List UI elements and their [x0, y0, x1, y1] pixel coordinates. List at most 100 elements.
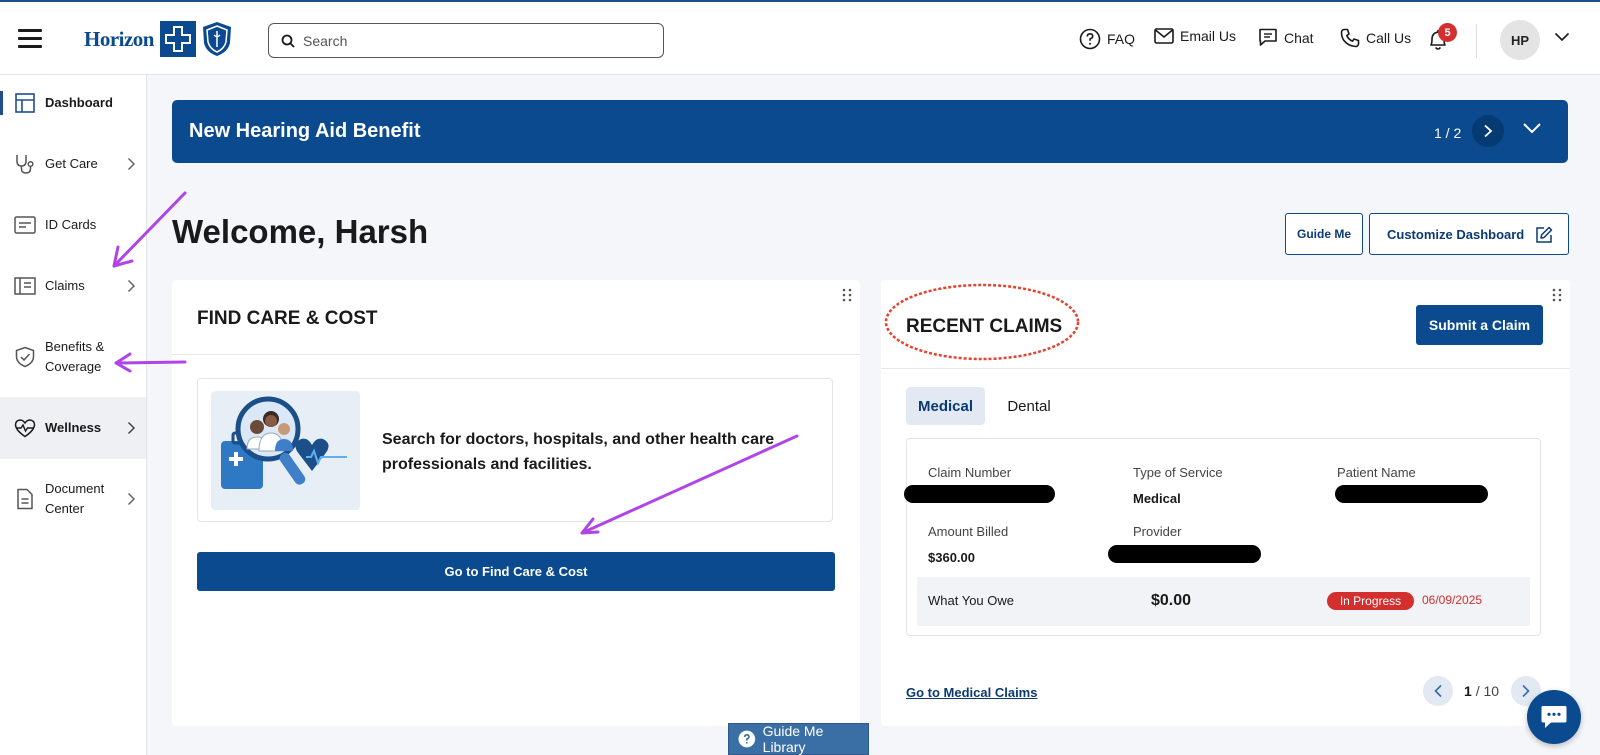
id-card-icon — [14, 216, 36, 234]
chat-icon — [1259, 28, 1277, 46]
document-icon — [17, 488, 33, 510]
customize-dashboard-button[interactable]: Customize Dashboard — [1369, 213, 1569, 255]
redacted-claim-number — [904, 485, 1055, 503]
sidebar-item-wellness[interactable]: Wellness — [0, 397, 146, 459]
status-badge: In Progress — [1327, 592, 1414, 610]
divider — [1476, 24, 1477, 58]
drag-handle-icon[interactable] — [1552, 288, 1562, 302]
sidebar-item-claims[interactable]: Claims — [0, 274, 146, 298]
what-you-owe-row: What You Owe $0.00 In Progress 06/09/202… — [917, 577, 1530, 626]
patient-name-label: Patient Name — [1337, 465, 1416, 480]
amount-billed-label: Amount Billed — [928, 524, 1009, 539]
claims-icon — [14, 277, 36, 295]
announcement-banner[interactable]: New Hearing Aid Benefit 1 / 2 — [172, 100, 1568, 163]
amount-billed-value: $360.00 — [928, 550, 975, 565]
call-us-link[interactable]: Call Us — [1340, 28, 1411, 48]
claim-date: 06/09/2025 — [1422, 593, 1483, 607]
avatar[interactable]: HP — [1500, 20, 1540, 60]
chevron-right-icon — [1484, 124, 1493, 138]
faq-label: FAQ — [1107, 31, 1136, 47]
chevron-down-icon[interactable] — [1554, 32, 1570, 42]
chevron-left-icon — [1434, 684, 1442, 698]
guide-me-button[interactable]: Guide Me — [1285, 213, 1363, 255]
search-input[interactable] — [303, 32, 643, 49]
chat-link[interactable]: Chat — [1258, 28, 1314, 47]
go-to-find-care-button[interactable]: Go to Find Care & Cost — [197, 552, 835, 591]
what-you-owe-value: $0.00 — [1151, 592, 1192, 609]
sidebar-item-label-line2: Coverage — [45, 359, 102, 374]
sidebar: Dashboard Get Care ID Cards Claims Benef… — [0, 75, 147, 755]
phone-icon — [1340, 28, 1360, 48]
recent-claims-card: RECENT CLAIMS Submit a Claim Medical Den… — [881, 280, 1570, 726]
drag-handle-icon[interactable] — [842, 288, 852, 302]
banner-counter: 1 / 2 — [1434, 125, 1462, 141]
welcome-heading: Welcome, Harsh — [172, 213, 429, 250]
redacted-provider — [1108, 545, 1261, 563]
claim-number-label: Claim Number — [928, 465, 1012, 480]
search-icon — [281, 34, 295, 48]
find-care-info-box: Search for doctors, hospitals, and other… — [197, 378, 833, 522]
sidebar-item-dashboard[interactable]: Dashboard — [0, 91, 146, 115]
submit-claim-button[interactable]: Submit a Claim — [1416, 305, 1543, 345]
find-care-title: FIND CARE & COST — [197, 308, 378, 329]
mail-icon — [1154, 28, 1174, 44]
search-box[interactable] — [268, 23, 664, 58]
sidebar-item-label: Get Care — [45, 156, 98, 171]
guide-me-library-label: Guide Me Library — [762, 723, 824, 755]
blue-cross-icon — [160, 21, 196, 57]
stethoscope-icon — [16, 155, 34, 174]
menu-icon[interactable] — [18, 29, 42, 49]
provider-label: Provider — [1133, 524, 1182, 539]
sidebar-item-label: Wellness — [45, 420, 102, 435]
sidebar-item-id-cards[interactable]: ID Cards — [0, 213, 146, 237]
chevron-down-icon[interactable] — [1522, 122, 1542, 134]
blue-shield-icon — [203, 22, 231, 56]
pagination-text: 1 / 10 — [1464, 683, 1499, 699]
notification-badge: 5 — [1438, 23, 1457, 42]
prev-page-button[interactable] — [1423, 676, 1453, 706]
logo[interactable]: Horizon — [84, 20, 232, 58]
sidebar-item-label: Benefits & — [45, 339, 105, 354]
sidebar-item-label-line2: Center — [45, 501, 85, 516]
guide-me-library-button[interactable]: Guide Me Library — [728, 723, 869, 755]
go-to-medical-claims-link[interactable]: Go to Medical Claims — [906, 685, 1037, 700]
email-us-label: Email Us — [1180, 28, 1237, 44]
divider — [172, 354, 860, 355]
tab-medical[interactable]: Medical — [906, 387, 985, 425]
edit-icon — [1536, 226, 1553, 243]
banner-next-button[interactable] — [1472, 115, 1504, 147]
scrollbar[interactable] — [1588, 75, 1600, 755]
page-total: / 10 — [1475, 683, 1500, 699]
sidebar-item-label: ID Cards — [45, 217, 97, 232]
claim-item[interactable]: Claim Number Type of Service Medical Pat… — [904, 438, 1541, 636]
sidebar-item-benefits-coverage[interactable]: Benefits & Coverage — [0, 335, 146, 379]
chevron-right-icon — [127, 157, 136, 171]
tab-dental[interactable]: Dental — [994, 387, 1064, 425]
chat-widget-button[interactable] — [1527, 690, 1581, 744]
doctors-magnifier-icon — [221, 396, 347, 489]
recent-claims-title: RECENT CLAIMS — [906, 316, 1063, 337]
top-bar: Horizon FAQ — [0, 0, 1600, 75]
find-care-description: Search for doctors, hospitals, and other… — [382, 431, 775, 473]
logo-text: Horizon — [84, 26, 155, 51]
type-of-service-value: Medical — [1133, 491, 1181, 506]
sidebar-item-label: Dashboard — [45, 95, 113, 110]
customize-dashboard-label: Customize Dashboard — [1387, 226, 1525, 242]
chat-bubble-icon — [1541, 706, 1567, 728]
page-current: 1 — [1464, 683, 1472, 699]
help-circle-icon — [738, 730, 756, 748]
email-us-link[interactable]: Email Us — [1154, 28, 1236, 44]
banner-title: New Hearing Aid Benefit — [189, 120, 421, 142]
sidebar-item-document-center[interactable]: Document Center — [0, 477, 146, 521]
chevron-right-icon — [1522, 684, 1530, 698]
chat-label: Chat — [1284, 29, 1314, 46]
sidebar-item-get-care[interactable]: Get Care — [0, 152, 146, 176]
sidebar-item-label: Claims — [45, 278, 85, 293]
shield-check-icon — [15, 346, 35, 368]
call-us-label: Call Us — [1366, 30, 1412, 46]
what-you-owe-label: What You Owe — [928, 593, 1014, 608]
faq-link[interactable]: FAQ — [1079, 28, 1135, 50]
chevron-right-icon — [127, 421, 136, 435]
chevron-right-icon — [127, 279, 136, 293]
redacted-patient-name — [1335, 485, 1488, 503]
